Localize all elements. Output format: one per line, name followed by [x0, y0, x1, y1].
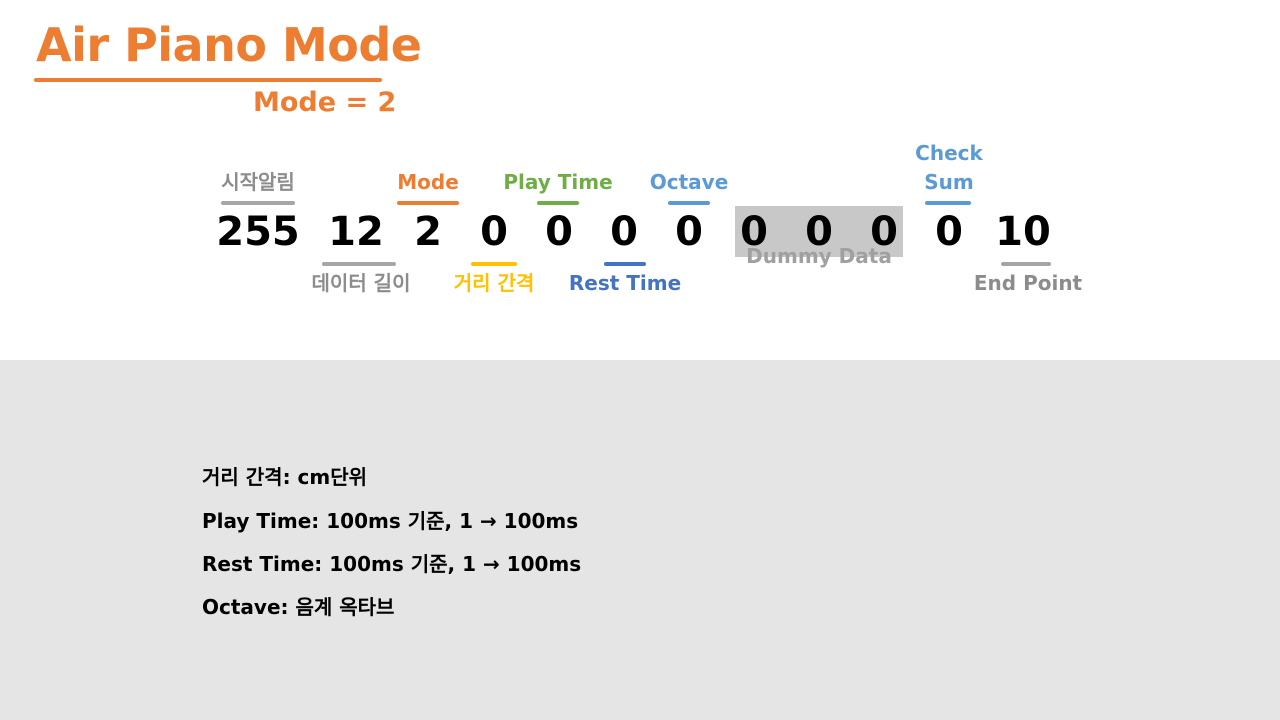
- byte-value: 255: [216, 209, 300, 255]
- underline-checksum: [925, 201, 971, 205]
- underline-mode: [397, 201, 459, 205]
- title-underline: [34, 78, 382, 82]
- note-play-time: Play Time: 100ms 기준, 1 → 100ms: [202, 509, 579, 533]
- label-end-point: End Point: [973, 271, 1083, 295]
- notes-panel: [0, 360, 1280, 720]
- note-rest-time: Rest Time: 100ms 기준, 1 → 100ms: [202, 552, 582, 576]
- page-title: Air Piano Mode: [36, 18, 422, 72]
- byte-value: 0: [545, 209, 573, 255]
- byte-value: 0: [610, 209, 638, 255]
- underline-data-length: [322, 262, 396, 266]
- underline-end-point: [1001, 262, 1051, 266]
- label-mode: Mode: [397, 170, 459, 194]
- underline-distance: [471, 262, 517, 266]
- note-distance: 거리 간격: cm단위: [202, 465, 368, 489]
- byte-value: 12: [328, 209, 384, 255]
- underline-play-time: [537, 201, 579, 205]
- label-checksum-line2: Sum: [924, 170, 974, 194]
- byte-value: 10: [995, 209, 1051, 255]
- label-rest-time: Rest Time: [568, 271, 682, 295]
- byte-value: 0: [675, 209, 703, 255]
- byte-value: 0: [480, 209, 508, 255]
- label-start: 시작알림: [221, 170, 295, 194]
- mode-subtitle: Mode = 2: [253, 87, 397, 118]
- note-octave: Octave: 음계 옥타브: [202, 595, 395, 619]
- byte-value: 0: [935, 209, 963, 255]
- label-play-time: Play Time: [503, 170, 613, 194]
- label-data-length: 데이터 길이: [311, 271, 411, 295]
- label-dummy-data: Dummy Data: [746, 244, 892, 268]
- underline-start: [221, 201, 295, 205]
- underline-octave: [668, 201, 710, 205]
- label-checksum-line1: Check: [915, 141, 983, 165]
- label-distance: 거리 간격: [453, 271, 535, 295]
- underline-rest-time: [604, 262, 646, 266]
- label-octave: Octave: [649, 170, 729, 194]
- byte-value: 2: [414, 209, 442, 255]
